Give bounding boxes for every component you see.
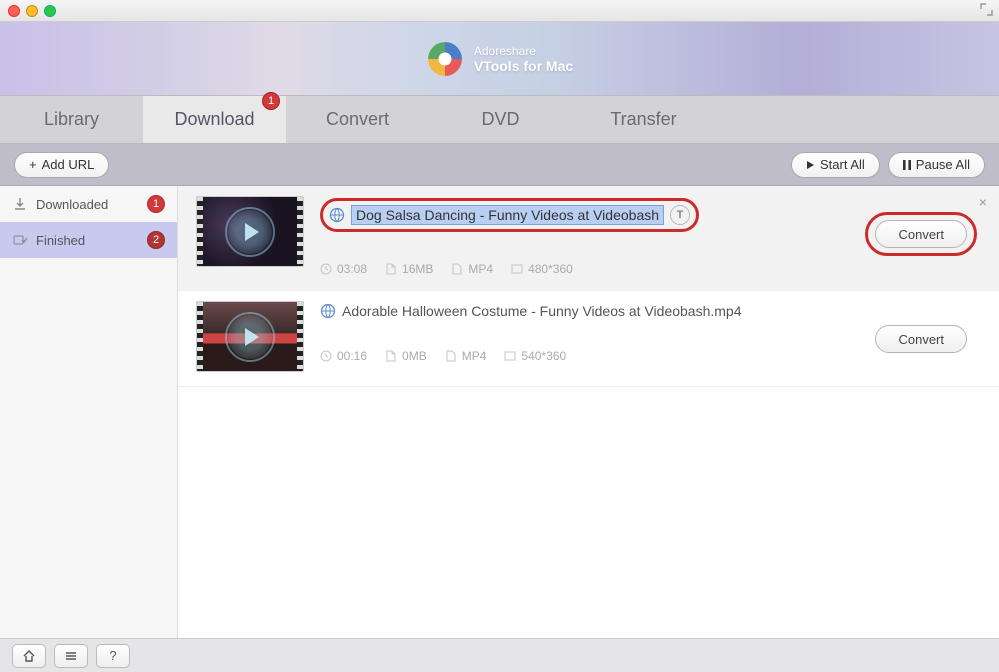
video-duration: 00:16 [337,349,367,363]
fullscreen-icon[interactable] [980,3,993,16]
video-row[interactable]: Adorable Halloween Costume - Funny Video… [178,291,999,387]
tab-transfer-label: Transfer [610,109,676,130]
format-icon [445,350,457,362]
plus-icon: + [29,157,37,172]
video-row[interactable]: × Dog Salsa Dancing - Funny Videos at Vi… [178,186,999,291]
sidebar-item-downloaded[interactable]: Downloaded 1 [0,186,177,222]
help-button[interactable]: ? [96,644,130,668]
convert-button[interactable]: Convert [875,325,967,353]
start-all-label: Start All [820,157,865,172]
tab-library-label: Library [44,109,99,130]
finished-icon [12,232,28,248]
tab-dvd-label: DVD [481,109,519,130]
minimize-window-button[interactable] [26,5,38,17]
video-title-input[interactable]: Dog Salsa Dancing - Funny Videos at Vide… [351,205,664,225]
main-area: Downloaded 1 Finished 2 × [0,186,999,638]
video-duration: 03:08 [337,262,367,276]
tab-convert[interactable]: Convert [286,96,429,143]
download-icon [12,196,28,212]
video-metadata: 03:08 16MB MP4 480*360 [320,262,981,276]
play-icon [806,160,815,170]
video-resolution: 540*360 [521,349,566,363]
toolbar: + Add URL Start All Pause All [0,144,999,186]
video-thumbnail[interactable] [196,301,304,372]
app-header: Adoreshare VTools for Mac [0,22,999,96]
clock-icon [320,263,332,275]
tab-transfer[interactable]: Transfer [572,96,715,143]
sidebar-finished-badge: 2 [147,231,165,249]
add-url-label: Add URL [42,157,95,172]
video-format: MP4 [468,262,493,276]
globe-icon [320,303,336,319]
resolution-icon [511,263,523,275]
file-icon [385,350,397,362]
tab-convert-label: Convert [326,109,389,130]
clock-icon [320,350,332,362]
video-format: MP4 [462,349,487,363]
tab-library[interactable]: Library [0,96,143,143]
menu-button[interactable] [54,644,88,668]
sidebar-downloaded-label: Downloaded [36,197,108,212]
home-button[interactable] [12,644,46,668]
play-overlay-icon [228,315,272,359]
app-logo-icon [426,40,464,78]
add-url-button[interactable]: + Add URL [14,152,109,178]
resolution-icon [504,350,516,362]
sidebar: Downloaded 1 Finished 2 [0,186,178,638]
video-resolution: 480*360 [528,262,573,276]
video-size: 16MB [402,262,433,276]
format-icon [451,263,463,275]
app-title: Adoreshare VTools for Mac [474,44,573,74]
sidebar-downloaded-badge: 1 [147,195,165,213]
rename-button[interactable]: T [670,205,690,225]
pause-all-label: Pause All [916,157,970,172]
remove-video-button[interactable]: × [979,194,987,210]
tab-download-badge: 1 [262,92,280,110]
footer-toolbar: ? [0,638,999,672]
tab-download-label: Download [174,109,254,130]
main-tabs: Library Download 1 Convert DVD Transfer [0,96,999,144]
file-icon [385,263,397,275]
globe-icon [329,207,345,223]
pause-all-button[interactable]: Pause All [888,152,985,178]
title-edit-highlight: Dog Salsa Dancing - Funny Videos at Vide… [320,198,699,232]
zoom-window-button[interactable] [44,5,56,17]
sidebar-finished-label: Finished [36,233,85,248]
product-name: VTools for Mac [474,58,573,74]
video-thumbnail[interactable] [196,196,304,267]
video-size: 0MB [402,349,427,363]
window-titlebar [0,0,999,22]
close-window-button[interactable] [8,5,20,17]
video-title: Adorable Halloween Costume - Funny Video… [342,303,742,319]
pause-icon [903,160,911,170]
start-all-button[interactable]: Start All [791,152,880,178]
sidebar-item-finished[interactable]: Finished 2 [0,222,177,258]
tab-download[interactable]: Download 1 [143,96,286,143]
brand-name: Adoreshare [474,44,573,58]
tab-dvd[interactable]: DVD [429,96,572,143]
video-list: × Dog Salsa Dancing - Funny Videos at Vi… [178,186,999,638]
play-overlay-icon [228,210,272,254]
convert-button[interactable]: Convert [875,220,967,248]
